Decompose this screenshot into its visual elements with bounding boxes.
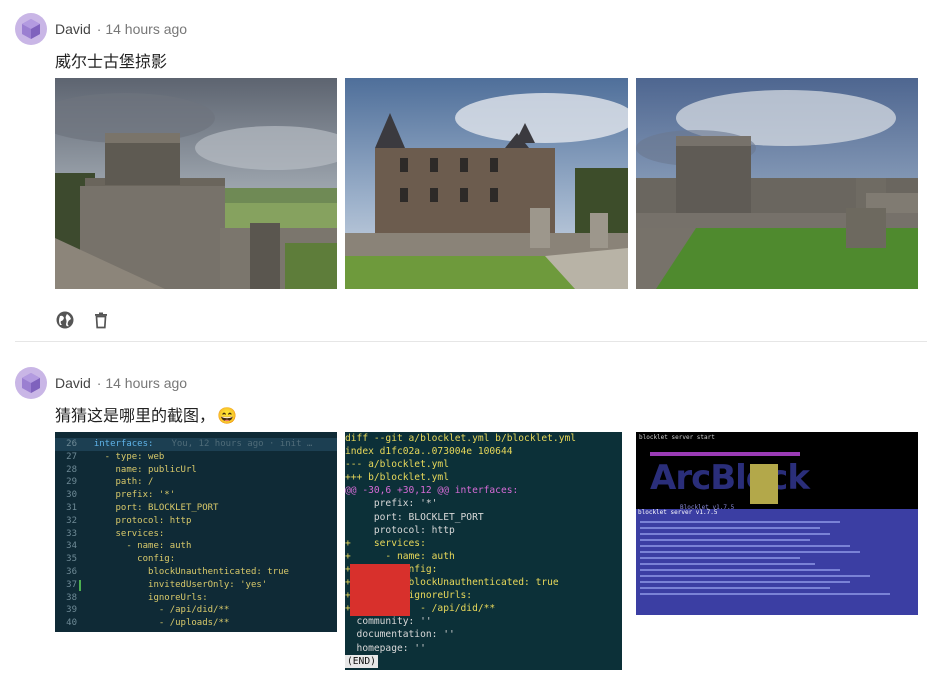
git-blame-annotation: You, 12 hours ago · init … (171, 439, 313, 449)
diff-line: index d1fc02a..073004e 100644 (345, 446, 513, 458)
code-text: - /api/did/** (83, 605, 230, 616)
editor-line: 35 config: (55, 553, 337, 566)
line-number: 36 (66, 566, 77, 577)
line-number: 40 (66, 618, 77, 629)
line-number: 29 (66, 477, 77, 488)
diff-line: diff --git a/blocklet.yml b/blocklet.yml (345, 433, 577, 444)
diff-line: + - name: auth (345, 550, 455, 562)
avatar[interactable] (15, 367, 47, 399)
diff-code: diff --git a/blocklet.yml b/blocklet.yml… (345, 432, 622, 668)
photo-castle-tower[interactable] (55, 78, 337, 289)
code-text: services: (83, 528, 165, 539)
code-text: - name: auth (83, 541, 192, 552)
line-number: 35 (66, 554, 77, 565)
code-text: blockUnauthenticated: true (83, 566, 289, 577)
editor-line: 29 path: / (55, 476, 337, 489)
editor-line: 28 name: publicUrl (55, 464, 337, 477)
code-text: - /uploads/** (83, 618, 230, 629)
diff-line: --- a/blocklet.yml (345, 459, 449, 471)
diff-line: port: BLOCKLET_PORT (345, 511, 484, 523)
line-number: 32 (66, 515, 77, 526)
post-divider (15, 341, 927, 342)
photo-castle-ruins[interactable] (636, 78, 918, 289)
screenshot-code-editor[interactable]: 26 interfaces: You, 12 hours ago · init …… (55, 432, 337, 632)
code-text: - type: web (83, 451, 165, 462)
editor-line: 33 services: (55, 528, 337, 541)
post-header: David · 14 hours ago (15, 367, 187, 399)
code-text: name: publicUrl (83, 464, 197, 475)
diff-line: (END) (345, 654, 378, 668)
editor-line: 40 - /uploads/** (55, 617, 337, 630)
line-number: 30 (66, 490, 77, 501)
blocklet-logo: ArcBlock Blocklet v1.7.5 (650, 446, 810, 511)
avatar[interactable] (15, 13, 47, 45)
editor-line: 39 - /api/did/** (55, 604, 337, 617)
editor-line: 30 prefix: '*' (55, 489, 337, 502)
line-number: 39 (66, 605, 77, 616)
post-text: 威尔士古堡掠影 (55, 54, 168, 71)
editor-line: 26 interfaces: You, 12 hours ago · init … (55, 438, 337, 451)
editor-code: 26 interfaces: You, 12 hours ago · init …… (55, 432, 337, 630)
author-name[interactable]: David (55, 21, 91, 37)
code-text: prefix: '*' (83, 490, 176, 501)
editor-line: 38 ignoreUrls: (55, 592, 337, 605)
code-text: path: / (83, 477, 154, 488)
diff-line: prefix: '*' (345, 498, 438, 510)
screenshot-terminal[interactable]: blocklet server start ArcBlock Blocklet … (636, 432, 918, 615)
editor-line: 34 - name: auth (55, 540, 337, 553)
diff-line: community: '' (345, 616, 432, 628)
terminal-log (640, 517, 910, 599)
editor-line: 31 port: BLOCKLET_PORT (55, 502, 337, 515)
post-actions (55, 310, 111, 330)
diff-line: protocol: http (345, 524, 455, 536)
post-timestamp[interactable]: · 14 hours ago (97, 375, 187, 391)
post-text-content: 猜猜这是哪里的截图， (55, 408, 216, 425)
diff-line: homepage: '' (345, 642, 426, 654)
diff-line: @@ -30,6 +30,12 @@ interfaces: (345, 485, 519, 497)
line-number: 37 (66, 579, 77, 590)
logo-stripe (650, 452, 800, 456)
line-number: 27 (66, 451, 77, 462)
diff-line: +++ b/blocklet.yml (345, 472, 449, 484)
code-text: protocol: http (83, 515, 192, 526)
editor-line: 37 invitedUserOnly: 'yes' (55, 579, 337, 592)
public-visibility-button[interactable] (55, 310, 75, 330)
post-text: 猜猜这是哪里的截图， 😄 (55, 402, 237, 426)
terminal-command: blocklet server start (639, 434, 715, 441)
post-timestamp[interactable]: · 14 hours ago (97, 21, 187, 37)
terminal-output-panel: blocklet server v1.7.5 (636, 509, 918, 615)
terminal-version: blocklet server v1.7.5 (638, 509, 718, 516)
code-text: invitedUserOnly: 'yes' (83, 579, 268, 590)
globe-icon (56, 311, 74, 329)
editor-line: 36 blockUnauthenticated: true (55, 566, 337, 579)
trash-icon (95, 312, 107, 329)
line-number: 33 (66, 528, 77, 539)
editor-line: 32 protocol: http (55, 515, 337, 528)
grin-emoji: 😄 (217, 408, 237, 425)
photo-chateau[interactable] (345, 78, 628, 289)
screenshot-git-diff[interactable]: diff --git a/blocklet.yml b/blocklet.yml… (345, 432, 622, 670)
code-text: interfaces: (83, 439, 154, 449)
author-name[interactable]: David (55, 375, 91, 391)
delete-button[interactable] (91, 310, 111, 330)
redaction-block (350, 564, 410, 616)
code-text: port: BLOCKLET_PORT (83, 502, 219, 513)
line-number: 34 (66, 541, 77, 552)
diff-line: documentation: '' (345, 629, 455, 641)
logo-text: ArcBlock (650, 458, 810, 498)
code-text: ignoreUrls: (83, 592, 208, 603)
line-number: 38 (66, 592, 77, 603)
line-number: 28 (66, 464, 77, 475)
line-number: 26 (66, 439, 77, 449)
git-change-marker (79, 579, 81, 591)
code-text: config: (83, 554, 176, 565)
diff-line: + services: (345, 537, 426, 549)
post-header: David · 14 hours ago (15, 13, 187, 45)
line-number: 31 (66, 502, 77, 513)
logo-highlight (750, 464, 778, 504)
editor-line: 27 - type: web (55, 451, 337, 464)
